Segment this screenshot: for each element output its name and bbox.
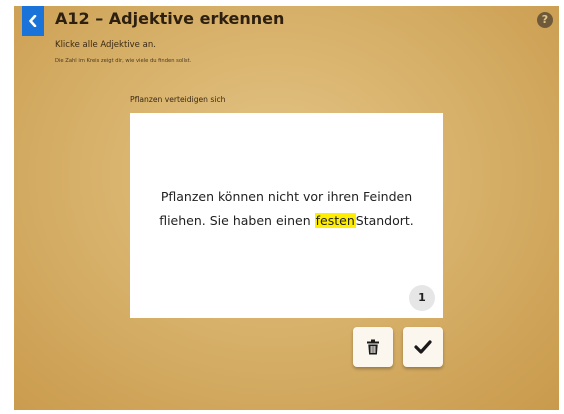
question-mark-icon: ? — [541, 13, 549, 26]
trash-icon — [367, 339, 379, 355]
text-caption: Pflanzen verteidigen sich — [130, 95, 226, 104]
help-button[interactable]: ? — [537, 12, 553, 28]
word-token[interactable]: können — [218, 189, 264, 204]
page-title: A12 – Adjektive erkennen — [55, 9, 285, 28]
word-token[interactable]: haben — [233, 213, 272, 228]
word-token[interactable]: Pflanzen — [161, 189, 214, 204]
checkmark-icon — [414, 340, 432, 354]
word-token[interactable]: fliehen. — [159, 213, 206, 228]
word-token[interactable]: vor — [303, 189, 323, 204]
back-button[interactable] — [22, 6, 44, 36]
word-token[interactable]: Feinden — [363, 189, 412, 204]
sentence-text: Pflanzen können nicht vor ihren Feinden … — [130, 185, 443, 233]
word-token[interactable]: einen — [276, 213, 311, 228]
word-token[interactable]: nicht — [268, 189, 299, 204]
word-token[interactable]: ihren — [327, 189, 359, 204]
word-token[interactable]: Sie — [210, 213, 229, 228]
chevron-left-icon — [29, 15, 37, 27]
text-card: Pflanzen können nicht vor ihren Feinden … — [130, 113, 443, 318]
exercise-screen: A12 – Adjektive erkennen ? Klicke alle A… — [14, 6, 559, 410]
word-token-selected[interactable]: festen — [314, 213, 356, 228]
delete-button[interactable] — [353, 327, 393, 367]
hint-text: Die Zahl im Kreis zeigt dir, wie viele d… — [55, 58, 192, 64]
check-button[interactable] — [403, 327, 443, 367]
instruction-text: Klicke alle Adjektive an. — [55, 40, 156, 50]
remaining-count-badge: 1 — [409, 285, 435, 311]
word-token[interactable]: Standort. — [356, 213, 414, 228]
